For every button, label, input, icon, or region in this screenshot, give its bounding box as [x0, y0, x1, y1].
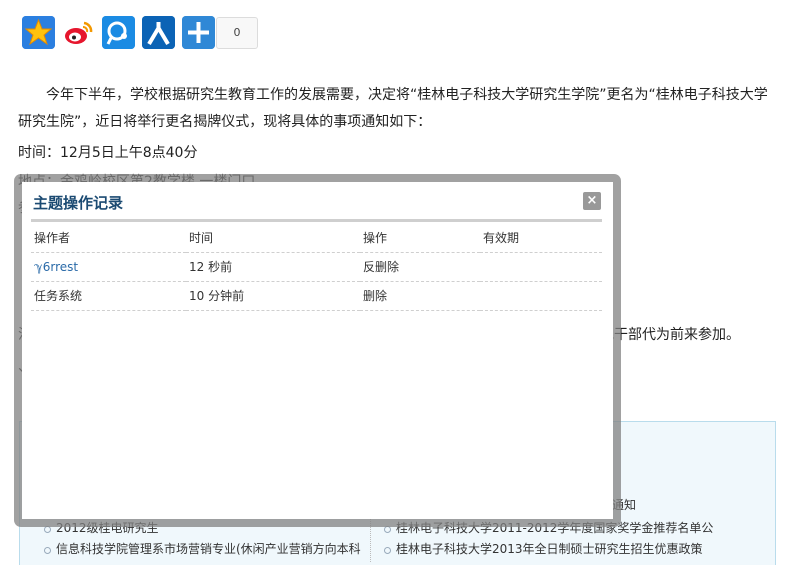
table-header-row: 操作者 时间 操作 有效期 — [31, 223, 602, 253]
operator-link[interactable]: ℽ6rrest — [31, 252, 186, 282]
share-bar: 0 — [22, 16, 258, 49]
expiry-cell — [480, 252, 602, 282]
dialog-title: 主题操作记录 — [33, 194, 124, 212]
list-item[interactable]: 桂林电子科技大学2013年全日制硕士研究生招生优惠政策 — [380, 539, 713, 560]
table-row: 任务系统 10 分钟前 删除 — [31, 281, 602, 311]
operator-cell: 任务系统 — [31, 281, 186, 311]
action-cell: 删除 — [360, 281, 480, 311]
qzone-icon[interactable] — [22, 16, 55, 49]
article-intro: 今年下半年，学校根据研究生教育工作的发展需要，决定将“桂林电子科技大学研究生学院… — [18, 87, 768, 130]
header-operator: 操作者 — [31, 223, 186, 253]
divider — [31, 219, 602, 222]
operation-log-table: 操作者 时间 操作 有效期 ℽ6rrest 12 秒前 反删除 任务系统 10 … — [31, 223, 602, 311]
table-row: ℽ6rrest 12 秒前 反删除 — [31, 252, 602, 282]
action-cell: 反删除 — [360, 252, 480, 282]
header-expiry: 有效期 — [480, 223, 602, 253]
time-cell: 12 秒前 — [186, 252, 360, 282]
close-icon[interactable]: × — [583, 192, 601, 210]
share-count: 0 — [216, 16, 258, 49]
time-cell: 10 分钟前 — [186, 281, 360, 311]
weibo-icon[interactable] — [62, 16, 95, 49]
more-share-icon[interactable] — [182, 16, 215, 49]
list-item[interactable]: 信息科技学院管理系市场营销专业(休闲产业营销方向本科 — [40, 539, 361, 560]
renren-icon[interactable] — [142, 16, 175, 49]
article-tail: 他干部代为前来参加。 — [600, 327, 740, 343]
expiry-cell — [480, 281, 602, 311]
operation-log-dialog: 主题操作记录 × 操作者 时间 操作 有效期 ℽ6rrest 12 秒前 反删除… — [22, 182, 613, 519]
header-action: 操作 — [360, 223, 480, 253]
tencent-weibo-icon[interactable] — [102, 16, 135, 49]
article-time: 时间：12月5日上午8点40分 — [18, 145, 198, 161]
header-time: 时间 — [186, 223, 360, 253]
